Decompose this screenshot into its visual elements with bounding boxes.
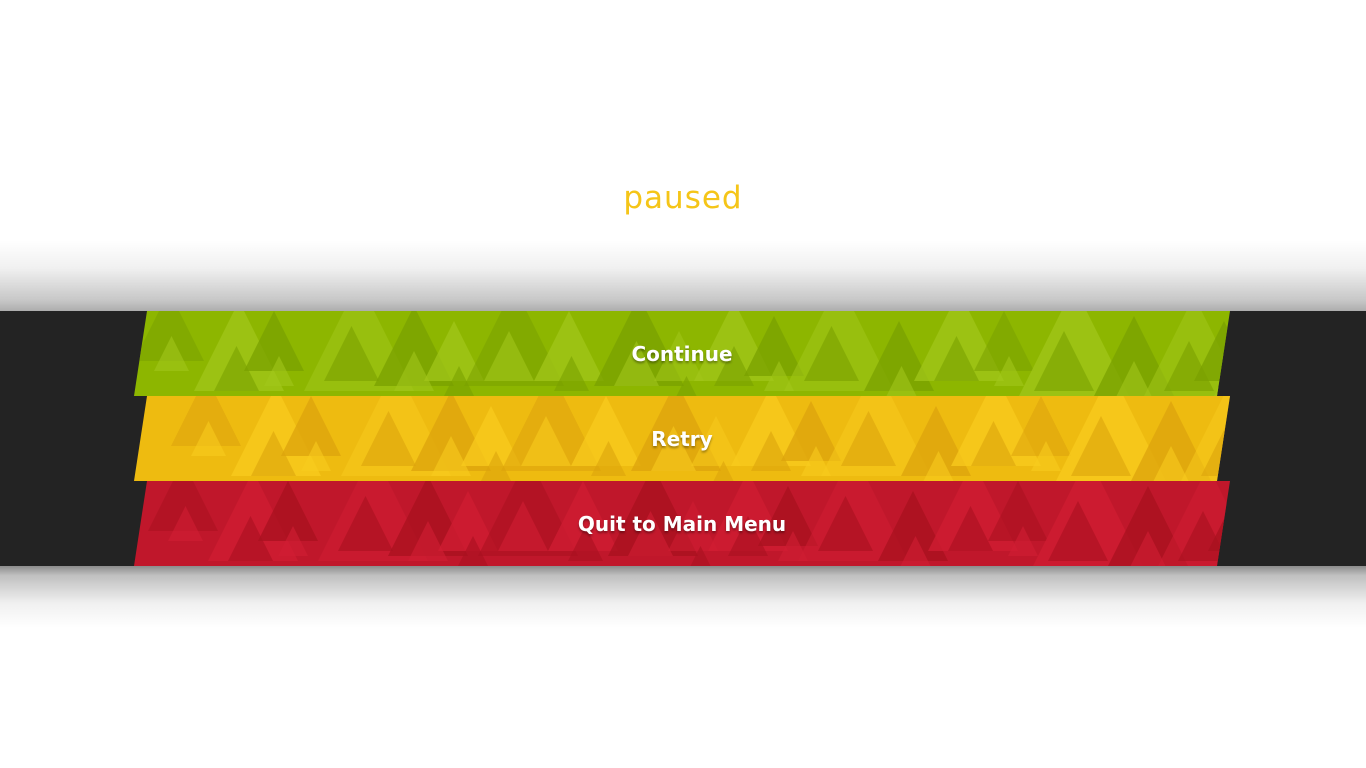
pause-title: paused [623, 180, 743, 216]
bottom-shadow [0, 566, 1366, 628]
top-shadow [0, 240, 1366, 311]
pause-screen: paused Continue Retry Quit to Main Menu [0, 0, 1366, 768]
continue-button[interactable]: Continue [134, 311, 1230, 396]
quit-button-label: Quit to Main Menu [577, 511, 787, 536]
continue-button-label: Continue [631, 341, 733, 366]
quit-to-main-menu-button[interactable]: Quit to Main Menu [134, 481, 1230, 566]
retry-button-label: Retry [651, 426, 713, 451]
menu-band: Continue Retry Quit to Main Menu [0, 311, 1366, 566]
retry-button[interactable]: Retry [134, 396, 1230, 481]
